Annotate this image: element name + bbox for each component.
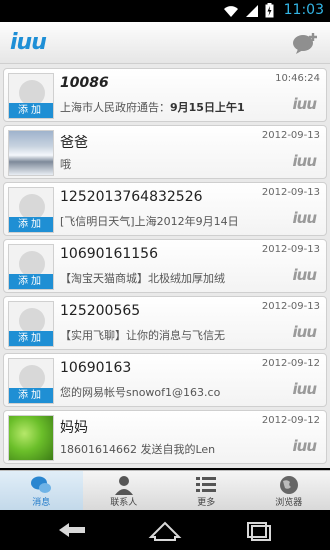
avatar	[8, 130, 54, 176]
add-contact-button[interactable]: 添加	[9, 331, 53, 346]
message-preview: 【淘宝天猫商城】北极绒加厚加绒	[60, 272, 225, 285]
contacts-icon	[114, 476, 133, 495]
message-item[interactable]: 添加 10086 10:46:24 上海市人民政府通告：9月15日上午1 iuu	[3, 68, 327, 122]
add-contact-button[interactable]: 添加	[9, 274, 53, 289]
new-message-button[interactable]	[292, 31, 320, 55]
message-preview: 18601614662 发送自我的Len	[60, 443, 216, 456]
avatar: 添加	[8, 301, 54, 347]
message-date: 2012-09-12	[261, 358, 320, 369]
message-item[interactable]: 添加 10690161156 2012-09-13 【淘宝天猫商城】北极绒加厚加…	[3, 239, 327, 293]
iuu-badge: iuu	[292, 323, 317, 341]
iuu-badge: iuu	[292, 380, 317, 398]
iuu-badge: iuu	[292, 209, 317, 227]
message-date: 10:46:24	[275, 73, 320, 84]
iuu-badge: iuu	[292, 437, 317, 455]
sender-name: 10690163	[60, 360, 132, 376]
iuu-badge: iuu	[292, 266, 317, 284]
home-icon[interactable]	[147, 519, 183, 541]
sender-name: 125200565	[60, 303, 141, 319]
tab-label: 联系人	[110, 498, 138, 508]
add-contact-button[interactable]: 添加	[9, 103, 53, 118]
iuu-badge: iuu	[292, 95, 317, 113]
app-logo: iuu	[10, 30, 47, 55]
back-icon[interactable]	[55, 519, 91, 541]
battery-icon	[265, 3, 274, 18]
sender-name: 妈妈	[60, 420, 88, 436]
tab-label: 消息	[32, 498, 51, 508]
avatar: 添加	[8, 73, 54, 119]
sender-name: 10690161156	[60, 246, 158, 262]
tab-messages[interactable]: 消息	[0, 471, 83, 510]
sender-name: 1252013764832526	[60, 189, 203, 205]
signal-icon	[246, 4, 258, 17]
message-date: 2012-09-13	[261, 130, 320, 141]
tab-more[interactable]: 更多	[165, 471, 248, 510]
message-date: 2012-09-13	[261, 244, 320, 255]
message-preview: [飞信明日天气]上海2012年9月14日	[60, 215, 239, 228]
message-list[interactable]: 添加 10086 10:46:24 上海市人民政府通告：9月15日上午1 iuu…	[0, 64, 330, 468]
message-date: 2012-09-12	[261, 415, 320, 426]
tab-contacts[interactable]: 联系人	[83, 471, 166, 510]
wifi-icon	[224, 5, 238, 17]
avatar: 添加	[8, 244, 54, 290]
message-date: 2012-09-13	[261, 301, 320, 312]
message-item[interactable]: 添加 125200565 2012-09-13 【实用飞聊】让你的消息与飞信无 …	[3, 296, 327, 350]
tab-browser[interactable]: 浏览器	[248, 471, 330, 510]
message-item[interactable]: 妈妈 2012-09-12 18601614662 发送自我的Len iuu	[3, 410, 327, 464]
avatar: 添加	[8, 187, 54, 233]
message-item[interactable]: 爸爸 2012-09-13 哦 iuu	[3, 125, 327, 179]
message-preview: 【实用飞聊】让你的消息与飞信无	[60, 329, 225, 342]
globe-icon	[279, 476, 298, 494]
message-item[interactable]: 添加 10690163 2012-09-12 您的网易帐号snowof1@163…	[3, 353, 327, 407]
status-bar: 11:03	[0, 0, 330, 22]
app-header: iuu	[0, 22, 330, 64]
chat-bubbles-icon	[31, 476, 52, 493]
sender-name: 爸爸	[60, 135, 88, 151]
iuu-badge: iuu	[292, 152, 317, 170]
system-nav-bar	[0, 510, 330, 550]
add-contact-button[interactable]: 添加	[9, 388, 53, 403]
message-preview: 哦	[60, 158, 71, 171]
message-preview: 上海市人民政府通告：9月15日上午1	[60, 101, 245, 114]
avatar	[8, 415, 54, 461]
avatar: 添加	[8, 358, 54, 404]
message-item[interactable]: 添加 1252013764832526 2012-09-13 [飞信明日天气]上…	[3, 182, 327, 236]
add-contact-button[interactable]: 添加	[9, 217, 53, 232]
message-date: 2012-09-13	[261, 187, 320, 198]
message-preview: 您的网易帐号snowof1@163.co	[60, 386, 221, 399]
bottom-tab-bar: 消息 联系人 更多 浏览器	[0, 470, 330, 510]
status-clock: 11:03	[283, 2, 324, 18]
recent-apps-icon[interactable]	[240, 519, 276, 541]
list-icon	[196, 477, 217, 492]
tab-label: 更多	[197, 498, 216, 508]
tab-label: 浏览器	[275, 498, 303, 508]
sender-name: 10086	[60, 75, 109, 91]
